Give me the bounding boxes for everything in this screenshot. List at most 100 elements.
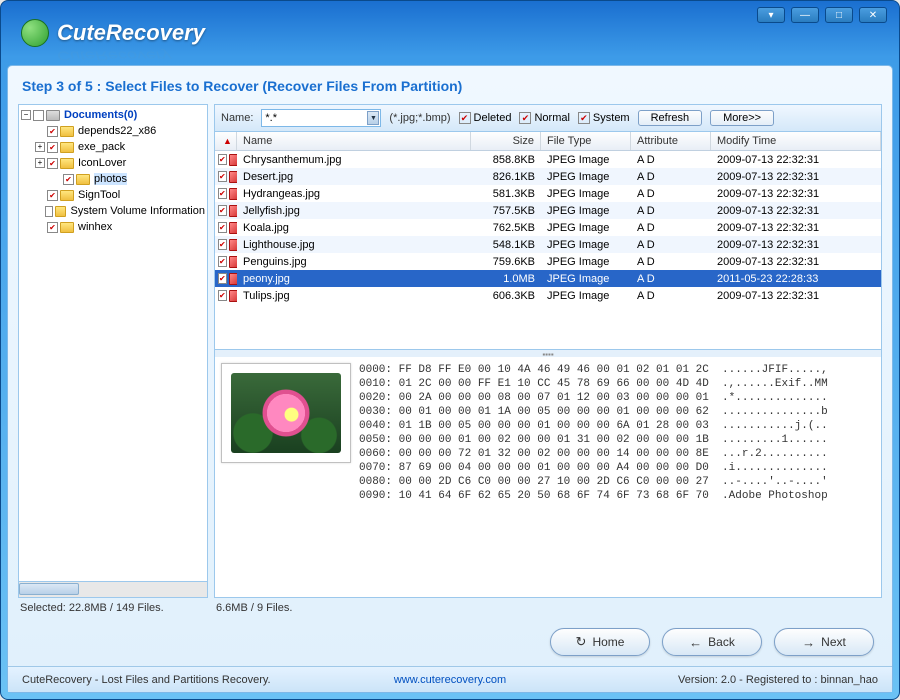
file-row[interactable]: ✔Lighthouse.jpg548.1KBJPEG ImageA D2009-… (215, 236, 881, 253)
file-row[interactable]: ✔peony.jpg1.0MBJPEG ImageA D2011-05-23 2… (215, 270, 881, 287)
name-filter-input[interactable] (261, 109, 381, 127)
refresh-button[interactable]: Refresh (638, 110, 703, 126)
status-bar: CuteRecovery - Lost Files and Partitions… (8, 666, 892, 692)
folder-icon (76, 174, 90, 185)
tree-root[interactable]: −Documents(0) (21, 107, 205, 123)
file-row[interactable]: ✔Jellyfish.jpg757.5KBJPEG ImageA D2009-0… (215, 202, 881, 219)
footer-url[interactable]: www.cuterecovery.com (350, 674, 550, 686)
jpg-file-icon (229, 256, 237, 268)
tree-horizontal-scrollbar[interactable] (18, 582, 208, 598)
name-filter-label: Name: (221, 112, 253, 124)
file-row[interactable]: ✔Hydrangeas.jpg581.3KBJPEG ImageA D2009-… (215, 185, 881, 202)
file-row[interactable]: ✔Penguins.jpg759.6KBJPEG ImageA D2009-07… (215, 253, 881, 270)
home-button[interactable]: ↻Home (550, 628, 650, 656)
file-checkbox[interactable]: ✔ (218, 290, 227, 301)
file-checkbox[interactable]: ✔ (218, 256, 227, 267)
preview-pane: 0000: FF D8 FF E0 00 10 4A 46 49 46 00 0… (214, 357, 882, 598)
sort-indicator-icon[interactable]: ▲ (215, 132, 237, 150)
file-attr: A D (631, 188, 711, 200)
tree-checkbox[interactable]: ✔ (47, 126, 58, 137)
col-size[interactable]: Size (471, 132, 541, 150)
file-checkbox[interactable]: ✔ (218, 205, 227, 216)
file-name: peony.jpg (237, 273, 471, 285)
file-mtime: 2009-07-13 22:32:31 (711, 188, 881, 200)
col-modify-time[interactable]: Modify Time (711, 132, 881, 150)
filelist-summary: 6.6MB / 9 Files. (214, 598, 882, 618)
name-filter-dropdown-icon[interactable]: ▼ (367, 111, 379, 125)
file-size: 548.1KB (471, 239, 541, 251)
col-attribute[interactable]: Attribute (631, 132, 711, 150)
tree-node[interactable]: ✔depends22_x86 (21, 123, 205, 139)
folder-icon (60, 222, 74, 233)
close-button[interactable]: ✕ (859, 7, 887, 23)
normal-checkbox[interactable]: ✔ (519, 112, 531, 124)
minimize-button[interactable]: — (791, 7, 819, 23)
thumbnail-box (221, 363, 351, 463)
file-list: ▲ Name Size File Type Attribute Modify T… (214, 132, 882, 350)
deleted-checkbox[interactable]: ✔ (459, 112, 471, 124)
tree-node[interactable]: System Volume Information (21, 203, 205, 219)
file-row[interactable]: ✔Desert.jpg826.1KBJPEG ImageA D2009-07-1… (215, 168, 881, 185)
more-button[interactable]: More>> (710, 110, 774, 126)
file-mtime: 2009-07-13 22:32:31 (711, 222, 881, 234)
file-name: Desert.jpg (237, 171, 471, 183)
folder-icon (60, 190, 74, 201)
file-checkbox[interactable]: ✔ (218, 222, 227, 233)
file-attr: A D (631, 239, 711, 251)
step-title: Step 3 of 5 : Select Files to Recover (R… (8, 66, 892, 104)
file-size: 858.8KB (471, 154, 541, 166)
file-checkbox[interactable]: ✔ (218, 154, 227, 165)
folder-tree[interactable]: −Documents(0)✔depends22_x86+✔exe_pack+✔I… (18, 104, 208, 582)
tree-node-label: photos (94, 173, 127, 185)
file-size: 759.6KB (471, 256, 541, 268)
col-filetype[interactable]: File Type (541, 132, 631, 150)
maximize-button[interactable]: □ (825, 7, 853, 23)
tree-checkbox[interactable] (45, 206, 54, 217)
home-icon: ↻ (576, 634, 587, 650)
file-row[interactable]: ✔Koala.jpg762.5KBJPEG ImageA D2009-07-13… (215, 219, 881, 236)
jpg-file-icon (229, 188, 237, 200)
collapse-icon[interactable]: − (21, 110, 31, 120)
file-checkbox[interactable]: ✔ (218, 171, 227, 182)
jpg-file-icon (229, 222, 237, 234)
file-type: JPEG Image (541, 154, 631, 166)
tree-node-label: IconLover (78, 157, 126, 169)
file-checkbox[interactable]: ✔ (218, 239, 227, 250)
file-mtime: 2009-07-13 22:32:31 (711, 239, 881, 251)
tree-node[interactable]: +✔exe_pack (21, 139, 205, 155)
titlebar-dropdown-button[interactable]: ▾ (757, 7, 785, 23)
col-name[interactable]: Name (237, 132, 471, 150)
file-row[interactable]: ✔Tulips.jpg606.3KBJPEG ImageA D2009-07-1… (215, 287, 881, 304)
hex-dump[interactable]: 0000: FF D8 FF E0 00 10 4A 46 49 46 00 0… (359, 363, 875, 591)
expand-icon[interactable]: + (35, 158, 45, 168)
system-checkbox[interactable]: ✔ (578, 112, 590, 124)
expand-icon[interactable]: + (35, 142, 45, 152)
titlebar: CuteRecovery CuteRecovery ▾ — □ ✕ (1, 1, 899, 65)
folder-icon (60, 126, 74, 137)
tree-node[interactable]: ✔SignTool (21, 187, 205, 203)
file-size: 762.5KB (471, 222, 541, 234)
selected-summary: Selected: 22.8MB / 149 Files. (18, 598, 208, 618)
tree-checkbox[interactable] (33, 110, 44, 121)
tree-node[interactable]: +✔ IconLover (21, 155, 205, 171)
file-checkbox[interactable]: ✔ (218, 273, 227, 284)
file-mtime: 2009-07-13 22:32:31 (711, 256, 881, 268)
tree-checkbox[interactable]: ✔ (47, 190, 58, 201)
file-list-header[interactable]: ▲ Name Size File Type Attribute Modify T… (215, 132, 881, 151)
tree-checkbox[interactable]: ✔ (47, 158, 58, 169)
file-checkbox[interactable]: ✔ (218, 188, 227, 199)
tree-node[interactable]: ✔winhex (21, 219, 205, 235)
jpg-file-icon (229, 171, 237, 183)
tree-checkbox[interactable]: ✔ (47, 222, 58, 233)
next-button[interactable]: →Next (774, 628, 874, 656)
tree-checkbox[interactable]: ✔ (47, 142, 58, 153)
tree-checkbox[interactable]: ✔ (63, 174, 74, 185)
file-name: Tulips.jpg (237, 290, 471, 302)
back-button[interactable]: ←Back (662, 628, 762, 656)
jpg-file-icon (229, 239, 237, 251)
app-logo-icon (21, 19, 49, 47)
file-row[interactable]: ✔Chrysanthemum.jpg858.8KBJPEG ImageA D20… (215, 151, 881, 168)
vertical-splitter[interactable]: ▪▪▪▪ (214, 350, 882, 357)
tree-node[interactable]: ✔ photos (21, 171, 205, 187)
main-panel: Step 3 of 5 : Select Files to Recover (R… (7, 65, 893, 693)
